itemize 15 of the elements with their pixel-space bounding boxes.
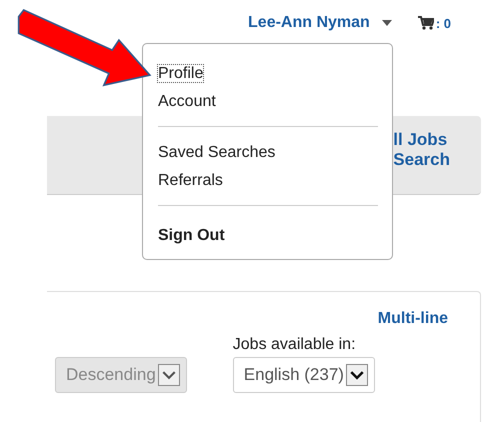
user-name-link[interactable]: Lee-Ann Nyman [248,14,370,32]
view-mode-link[interactable]: Multi-line [378,310,448,328]
search-link[interactable]: Search [393,150,450,170]
menu-item[interactable]: Profile [158,65,204,82]
search-link[interactable]: ll Jobs [393,130,450,150]
cart-count[interactable]: : 0 [436,16,451,30]
menu-item[interactable]: Sign Out [158,227,225,244]
cart-icon[interactable] [418,16,434,30]
menu-item[interactable]: Saved Searches [158,144,276,161]
chevron-down-icon[interactable] [346,364,368,386]
language-label: Jobs available in: [232,336,357,354]
language-select[interactable]: English (237) [232,357,375,393]
menu-item[interactable]: Account [158,93,216,110]
caret-icon[interactable] [382,20,392,26]
menu-item[interactable]: Referrals [158,172,223,189]
